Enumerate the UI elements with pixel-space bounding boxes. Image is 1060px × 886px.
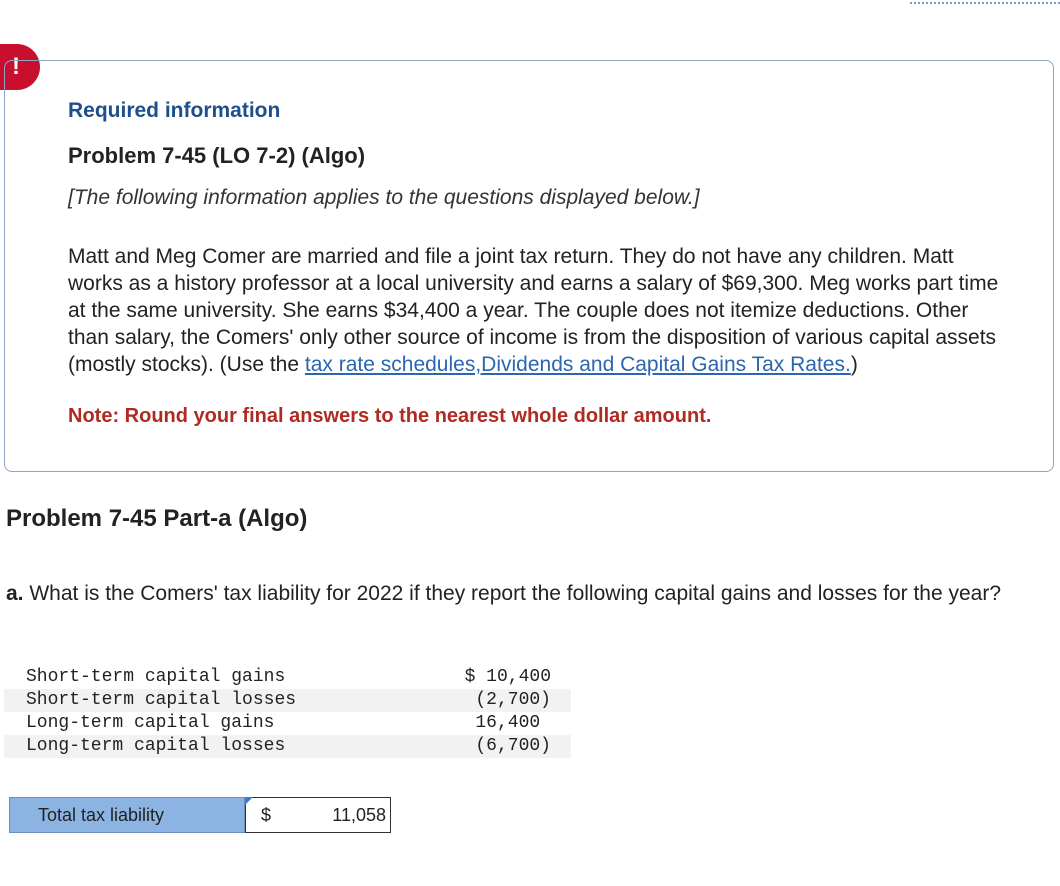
answer-label: Total tax liability — [9, 797, 245, 833]
table-row: Long-term capital gains 16,400 — [4, 712, 571, 735]
dividends-capital-gains-link[interactable]: Dividends and Capital Gains Tax Rates. — [481, 353, 851, 376]
row-value: (6,700) — [411, 735, 571, 758]
problem-paragraph: Matt and Meg Comer are married and file … — [68, 243, 1008, 378]
row-value: $ 10,400 — [464, 667, 551, 687]
row-value: 16,400 — [475, 713, 551, 733]
question-text: What is the Comers' tax liability for 20… — [23, 582, 1002, 605]
top-dotted-rule — [910, 0, 1060, 4]
question-letter: a. — [6, 582, 24, 605]
problem-title: Problem 7-45 (LO 7-2) (Algo) — [68, 143, 366, 168]
table-row: Short-term capital losses (2,700) — [4, 689, 571, 712]
tax-rate-schedules-link[interactable]: tax rate schedules, — [305, 353, 481, 376]
question: a. What is the Comers' tax liability for… — [6, 580, 1060, 607]
row-label: Long-term capital losses — [4, 735, 411, 758]
paragraph-end: ) — [850, 353, 858, 376]
answer-row: Total tax liability $ 11,058 — [9, 797, 391, 833]
applies-note: [The following information applies to th… — [68, 186, 700, 209]
capital-gains-table: Short-term capital gains $ 10,400 Short-… — [4, 666, 571, 758]
row-label: Short-term capital losses — [4, 689, 411, 712]
table-row: Long-term capital losses (6,700) — [4, 735, 571, 758]
part-title: Problem 7-45 Part-a (Algo) — [6, 505, 308, 532]
table-row: Short-term capital gains $ 10,400 — [4, 666, 571, 689]
page: ! Required information Problem 7-45 (LO … — [0, 0, 1060, 886]
row-value: (2,700) — [411, 689, 571, 712]
row-label: Short-term capital gains — [26, 667, 286, 687]
row-label: Long-term capital gains — [26, 713, 275, 733]
rounding-note: Note: Round your final answers to the ne… — [68, 405, 712, 427]
answer-value[interactable]: 11,058 — [286, 805, 390, 826]
total-tax-liability-input[interactable]: $ 11,058 — [245, 797, 391, 833]
required-information-title: Required information — [68, 99, 281, 122]
currency-symbol: $ — [260, 804, 271, 825]
